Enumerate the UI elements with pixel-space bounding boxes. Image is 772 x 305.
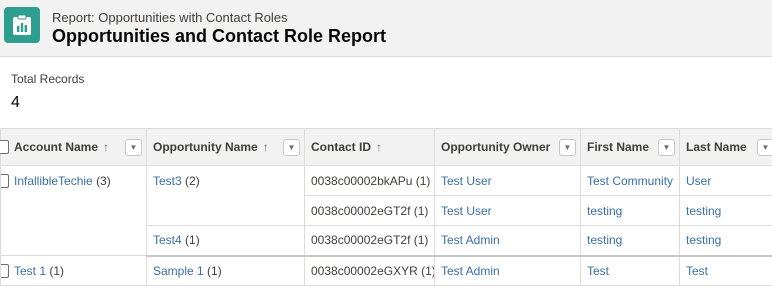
column-label: Opportunity Owner — [441, 140, 551, 154]
column-header-first-name[interactable]: First Name ▼ — [580, 128, 680, 166]
column-label: Last Name — [686, 140, 747, 154]
first-name-cell: Test — [580, 255, 680, 286]
first-name-link[interactable]: testing — [587, 233, 622, 247]
column-label: First Name — [587, 140, 650, 154]
owner-link[interactable]: Test User — [441, 174, 492, 188]
last-name-link[interactable]: User — [686, 174, 711, 188]
contact-id-cell: 0038c00002eGT2f (1) — [304, 195, 435, 226]
opportunity-name-link[interactable]: Test4 — [153, 233, 182, 247]
column-label: Account Name — [14, 140, 99, 154]
column-header-account-name[interactable]: Account Name ↑ ▼ — [0, 128, 147, 166]
group-count: (1) — [415, 173, 431, 188]
owner-link[interactable]: Test Admin — [441, 264, 500, 278]
column-menu-button[interactable]: ▼ — [658, 139, 675, 156]
column-label: Contact ID — [311, 140, 371, 154]
column-menu-button[interactable]: ▼ — [283, 139, 300, 156]
group-count: (3) — [96, 174, 111, 188]
account-name-link[interactable]: Test 1 — [14, 264, 46, 278]
row-checkbox[interactable] — [1, 174, 9, 188]
first-name-link[interactable]: testing — [587, 204, 622, 218]
report-header: Report: Opportunities with Contact Roles… — [0, 0, 772, 57]
report-table: Account Name ↑ ▼ Opportunity Name ↑ ▼ Cont… — [0, 128, 772, 286]
sort-arrow-icon[interactable]: ↑ — [376, 140, 382, 154]
last-name-cell: testing — [679, 225, 772, 257]
group-count: (2) — [185, 174, 200, 188]
account-name-cell: Test 1 (1) — [0, 255, 147, 286]
owner-link[interactable]: Test Admin — [441, 233, 500, 247]
column-label: Opportunity Name — [153, 140, 258, 154]
last-name-link[interactable]: Test — [686, 264, 708, 278]
contact-id-value: 0038c00002eGT2f — [311, 233, 411, 248]
page-title: Opportunities and Contact Role Report — [52, 26, 387, 46]
opportunity-name-cell: Test3 (2) — [146, 165, 305, 226]
opportunity-name-link[interactable]: Sample 1 — [153, 264, 204, 278]
first-name-cell: testing — [580, 195, 680, 226]
contact-id-cell: 0038c00002bkAPu (1) — [304, 165, 435, 196]
select-all-checkbox[interactable] — [0, 140, 9, 154]
first-name-link[interactable]: Test — [587, 264, 609, 278]
first-name-cell: testing — [580, 225, 680, 257]
last-name-cell: User — [679, 165, 772, 196]
group-count: (1) — [413, 233, 429, 248]
owner-link[interactable]: Test User — [441, 204, 492, 218]
account-name-cell: InfallibleTechie (3) — [0, 165, 147, 256]
row-checkbox[interactable] — [1, 264, 9, 278]
sort-arrow-icon[interactable]: ↑ — [103, 140, 109, 154]
first-name-cell: Test Community — [580, 165, 680, 196]
opportunity-name-cell: Sample 1 (1) — [146, 255, 305, 286]
owner-cell: Test Admin — [434, 225, 581, 257]
column-menu-button[interactable]: ▼ — [559, 139, 576, 156]
column-header-opportunity-name[interactable]: Opportunity Name ↑ ▼ — [146, 128, 305, 166]
table-header-row: Account Name ↑ ▼ Opportunity Name ↑ ▼ Cont… — [0, 128, 772, 166]
account-name-link[interactable]: InfallibleTechie — [14, 174, 93, 188]
group-count: (1) — [421, 263, 435, 278]
report-type-label: Report: Opportunities with Contact Roles — [52, 10, 288, 25]
group-count: (1) — [413, 203, 429, 218]
column-header-last-name[interactable]: Last Name ▼ — [679, 128, 772, 166]
owner-cell: Test User — [434, 165, 581, 196]
first-name-link[interactable]: Test Community — [587, 174, 673, 188]
last-name-link[interactable]: testing — [686, 233, 721, 247]
contact-id-value: 0038c00002eGXYR — [311, 263, 418, 278]
sort-arrow-icon[interactable]: ↑ — [263, 140, 269, 154]
table-row: InfallibleTechie (3) Test3 (2) 0038c0000… — [0, 165, 772, 256]
contact-id-value: 0038c00002eGT2f — [311, 203, 411, 218]
opportunity-name-link[interactable]: Test3 — [153, 174, 182, 188]
group-count: (1) — [207, 263, 222, 278]
report-icon — [4, 7, 40, 43]
contact-id-cell: 0038c00002eGT2f (1) — [304, 225, 435, 257]
group-count: (1) — [185, 233, 200, 248]
last-name-link[interactable]: testing — [686, 204, 721, 218]
table-row: Test 1 (1) Sample 1 (1) 0038c00002eGXYR … — [0, 255, 772, 286]
column-header-opportunity-owner[interactable]: Opportunity Owner ▼ — [434, 128, 581, 166]
total-records-label: Total Records — [11, 72, 85, 86]
contact-id-cell: 0038c00002eGXYR (1) — [304, 255, 435, 286]
total-records-value: 4 — [11, 94, 20, 111]
opportunity-name-cell: Test4 (1) — [146, 225, 305, 257]
group-count: (1) — [49, 263, 65, 278]
report-table-container: Account Name ↑ ▼ Opportunity Name ↑ ▼ Cont… — [0, 128, 772, 305]
contact-id-value: 0038c00002bkAPu — [311, 173, 413, 188]
column-menu-button[interactable]: ▼ — [125, 139, 142, 156]
column-header-contact-id[interactable]: Contact ID ↑ — [304, 128, 435, 166]
last-name-cell: testing — [679, 195, 772, 226]
owner-cell: Test Admin — [434, 255, 581, 286]
last-name-cell: Test — [679, 255, 772, 286]
column-menu-button[interactable]: ▼ — [757, 139, 772, 156]
owner-cell: Test User — [434, 195, 581, 226]
